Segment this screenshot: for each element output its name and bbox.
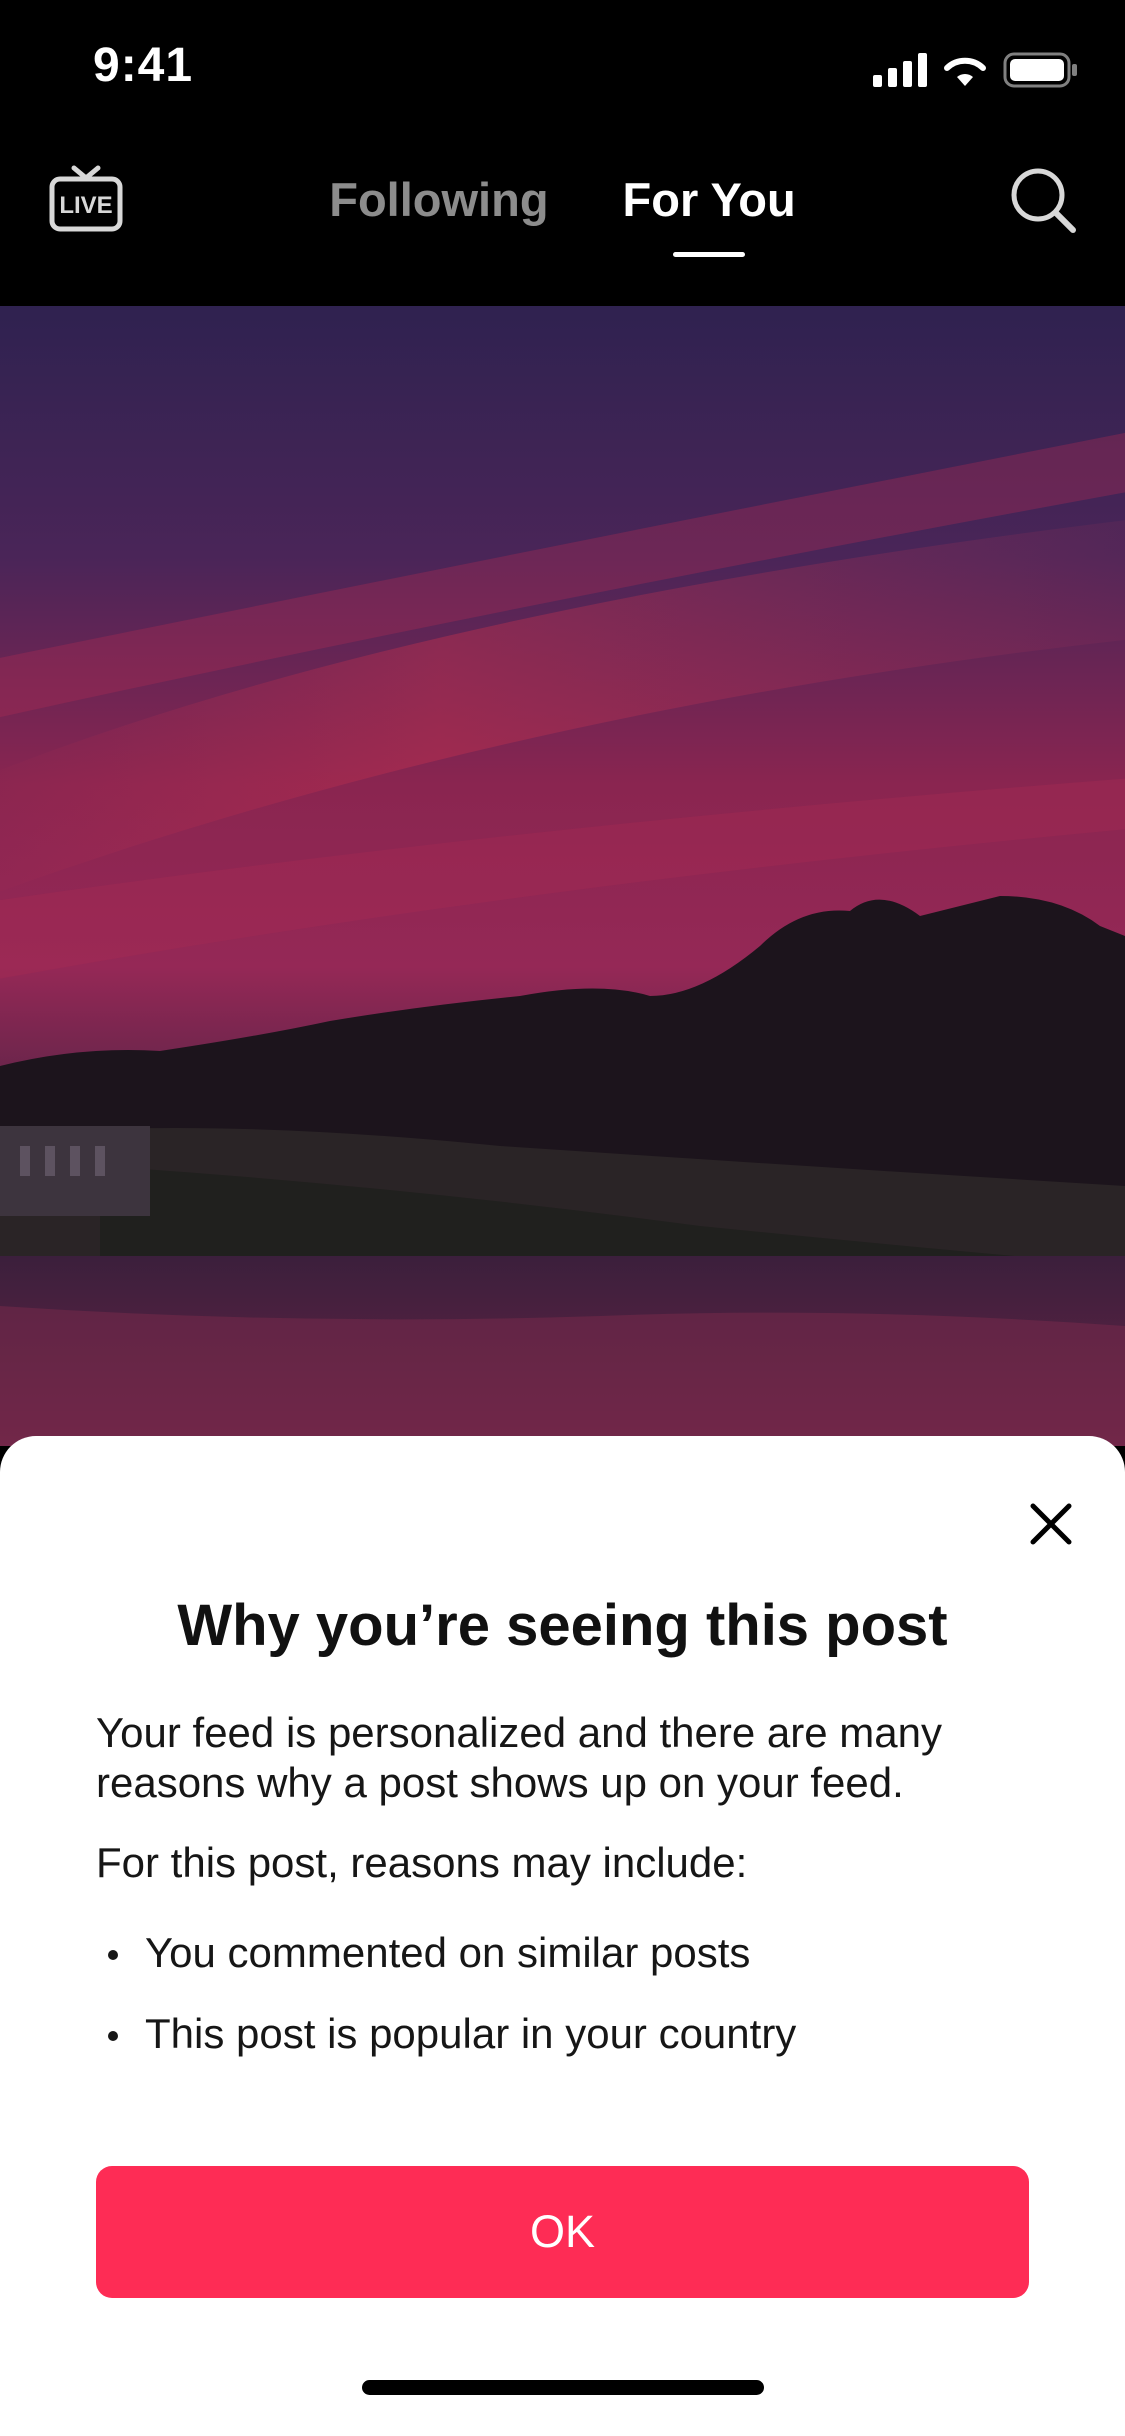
tab-following[interactable]: Following xyxy=(325,172,552,257)
close-icon xyxy=(1030,1503,1072,1545)
status-bar: 9:41 xyxy=(0,0,1125,132)
reasons-heading: For this post, reasons may include: xyxy=(96,1839,748,1886)
status-icons xyxy=(873,50,1079,90)
video-player[interactable] xyxy=(0,306,1125,1446)
why-seeing-post-sheet: Why you’re seeing this post Your feed is… xyxy=(0,1436,1125,2436)
tab-for-you[interactable]: For You xyxy=(619,172,800,257)
list-item: You commented on similar posts xyxy=(96,1928,1029,1978)
video-frame xyxy=(0,306,1125,1446)
sheet-title: Why you’re seeing this post xyxy=(177,1593,948,1658)
ok-button[interactable]: OK xyxy=(96,2166,1029,2298)
feed-tabs: Following For You xyxy=(0,172,1125,257)
tab-for-you-label: For You xyxy=(622,173,796,226)
top-nav: LIVE Following For You xyxy=(0,132,1125,306)
cellular-signal-icon xyxy=(873,53,927,87)
reason-text: You commented on similar posts xyxy=(145,1929,751,1976)
reason-text: This post is popular in your country xyxy=(145,2010,797,2057)
list-item: This post is popular in your country xyxy=(96,2009,1029,2059)
sheet-body: Your feed is personalized and there are … xyxy=(96,1708,1029,2090)
active-tab-indicator xyxy=(673,252,746,257)
bullet-icon xyxy=(108,1950,118,1960)
sheet-intro: Your feed is personalized and there are … xyxy=(96,1709,942,1806)
home-indicator xyxy=(362,2380,764,2395)
bullet-icon xyxy=(108,2031,118,2041)
status-time: 9:41 xyxy=(93,39,194,92)
search-icon[interactable] xyxy=(1005,162,1081,238)
wifi-icon xyxy=(944,57,986,86)
reasons-list: You commented on similar posts This post… xyxy=(96,1928,1029,2059)
battery-icon xyxy=(1003,52,1077,88)
close-button[interactable] xyxy=(1023,1496,1079,1552)
